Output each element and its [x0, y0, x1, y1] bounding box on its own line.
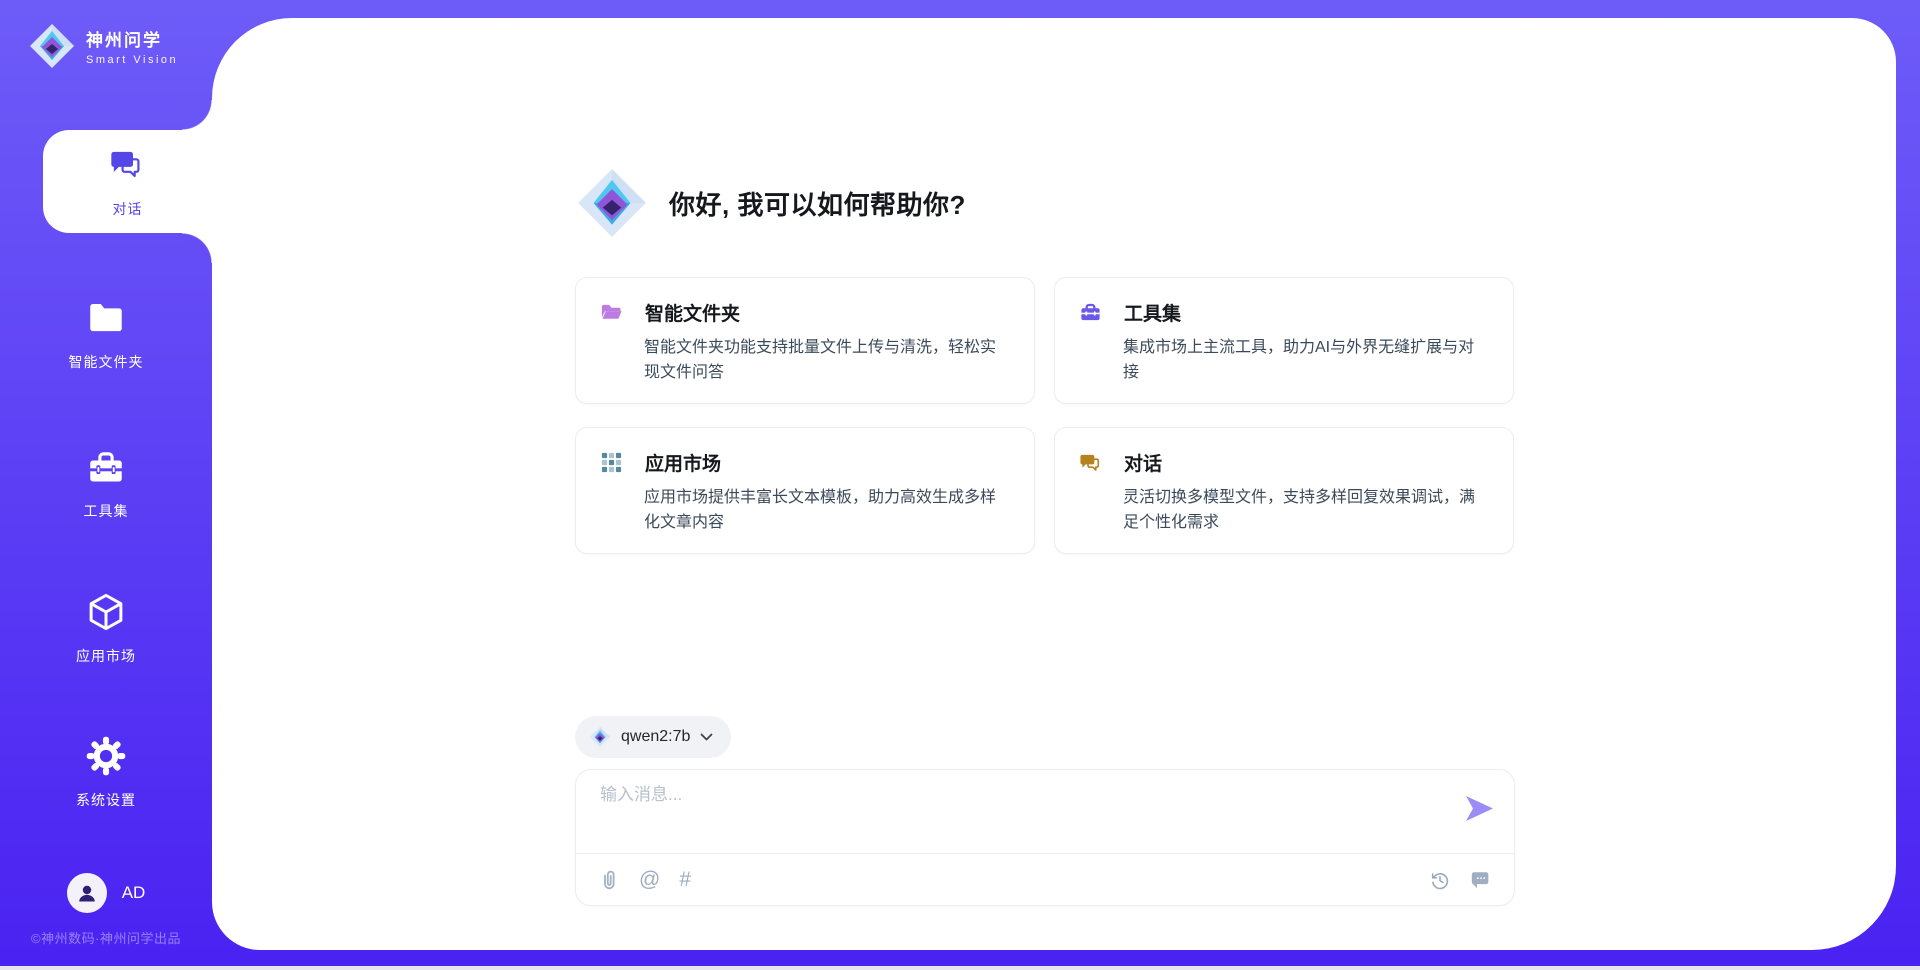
- message-input-card: @ #: [575, 769, 1515, 906]
- sidebar-item-settings[interactable]: 系统设置: [0, 735, 212, 810]
- message-row: [576, 770, 1514, 854]
- main-panel: 你好, 我可以如何帮助你? 智能文件夹 智能文件夹功能支持批量文件上传与清洗，轻…: [212, 18, 1896, 950]
- card-description: 灵活切换多模型文件，支持多样回复效果调试，满足个性化需求: [1123, 485, 1489, 535]
- send-icon: [1463, 792, 1496, 825]
- model-selector[interactable]: qwen2:7b: [575, 716, 731, 758]
- topic-button[interactable]: #: [679, 868, 691, 892]
- sidebar-item-label: 智能文件夹: [69, 352, 144, 372]
- sidebar-item-chat[interactable]: 对话: [43, 146, 212, 219]
- gear-icon: [85, 735, 127, 777]
- composer-area: qwen2:7b: [575, 716, 1515, 906]
- paperclip-icon: [598, 869, 620, 891]
- attach-file-button[interactable]: [598, 869, 620, 891]
- card-description: 智能文件夹功能支持批量文件上传与清洗，轻松实现文件问答: [644, 335, 1010, 385]
- card-description: 集成市场上主流工具，助力AI与外界无缝扩展与对接: [1123, 335, 1489, 385]
- brand-name-en: Smart Vision: [86, 54, 178, 66]
- chevron-down-icon: [700, 733, 713, 742]
- sidebar-item-smart-folder[interactable]: 智能文件夹: [0, 297, 212, 372]
- main-content: 你好, 我可以如何帮助你? 智能文件夹 智能文件夹功能支持批量文件上传与清洗，轻…: [575, 18, 1515, 950]
- tab-fillet-bottom: [182, 233, 212, 263]
- chat-bubbles-icon: [108, 146, 148, 186]
- sidebar-item-app-market[interactable]: 应用市场: [0, 591, 212, 666]
- send-button[interactable]: [1462, 792, 1496, 826]
- sidebar-item-label: 工具集: [84, 501, 129, 521]
- user-initials: AD: [122, 883, 146, 903]
- chat-square-icon: [1470, 869, 1492, 891]
- folder-icon: [85, 297, 127, 339]
- copyright-footer: ©神州数码·神州问学出品: [0, 928, 212, 947]
- composer-toolbar: @ #: [576, 854, 1514, 906]
- brand: 神州问学 Smart Vision: [28, 22, 178, 70]
- chat-bubbles-icon: [1079, 451, 1102, 474]
- card-chat[interactable]: 对话 灵活切换多模型文件，支持多样回复效果调试，满足个性化需求: [1054, 427, 1514, 554]
- history-clock-icon: [1429, 869, 1451, 891]
- sidebar-item-toolset[interactable]: 工具集: [0, 446, 212, 521]
- card-toolset[interactable]: 工具集 集成市场上主流工具，助力AI与外界无缝扩展与对接: [1054, 277, 1514, 404]
- card-smart-folder[interactable]: 智能文件夹 智能文件夹功能支持批量文件上传与清洗，轻松实现文件问答: [575, 277, 1035, 404]
- conversations-button[interactable]: [1470, 869, 1492, 891]
- feature-cards: 智能文件夹 智能文件夹功能支持批量文件上传与清洗，轻松实现文件问答 工具集 集成…: [575, 277, 1515, 554]
- folder-open-icon: [600, 301, 623, 324]
- message-input[interactable]: [576, 770, 1406, 853]
- sidebar: 神州问学 Smart Vision 对话 智能文件夹 工具集 应用市场 系统设置: [0, 0, 212, 966]
- user-profile[interactable]: AD: [0, 873, 212, 913]
- model-logo-icon: [589, 726, 611, 748]
- sidebar-item-label: 系统设置: [76, 790, 136, 810]
- grid-icon: [600, 451, 623, 474]
- card-description: 应用市场提供丰富长文本模板，助力高效生成多样化文章内容: [644, 485, 1010, 535]
- card-title: 工具集: [1124, 299, 1181, 326]
- card-title: 对话: [1124, 449, 1162, 476]
- brand-logo-icon: [28, 22, 76, 70]
- card-title: 应用市场: [645, 449, 721, 476]
- model-name: qwen2:7b: [621, 728, 690, 746]
- sidebar-item-label: 应用市场: [76, 646, 136, 666]
- card-app-market[interactable]: 应用市场 应用市场提供丰富长文本模板，助力高效生成多样化文章内容: [575, 427, 1035, 554]
- person-icon: [75, 881, 99, 905]
- cube-icon: [85, 591, 127, 633]
- toolbox-icon: [85, 446, 127, 488]
- app-root: 神州问学 Smart Vision 对话 智能文件夹 工具集 应用市场 系统设置: [0, 0, 1920, 966]
- brand-name-cn: 神州问学: [86, 26, 178, 51]
- briefcase-icon: [1079, 301, 1102, 324]
- app-logo-icon: [575, 166, 649, 240]
- greeting-title: 你好, 我可以如何帮助你?: [669, 185, 966, 222]
- mention-button[interactable]: @: [639, 868, 660, 892]
- sidebar-item-label: 对话: [113, 199, 143, 219]
- avatar: [67, 873, 107, 913]
- greeting-block: 你好, 我可以如何帮助你?: [575, 166, 966, 240]
- tab-fillet-top: [182, 100, 212, 130]
- history-button[interactable]: [1429, 869, 1451, 891]
- card-title: 智能文件夹: [645, 299, 740, 326]
